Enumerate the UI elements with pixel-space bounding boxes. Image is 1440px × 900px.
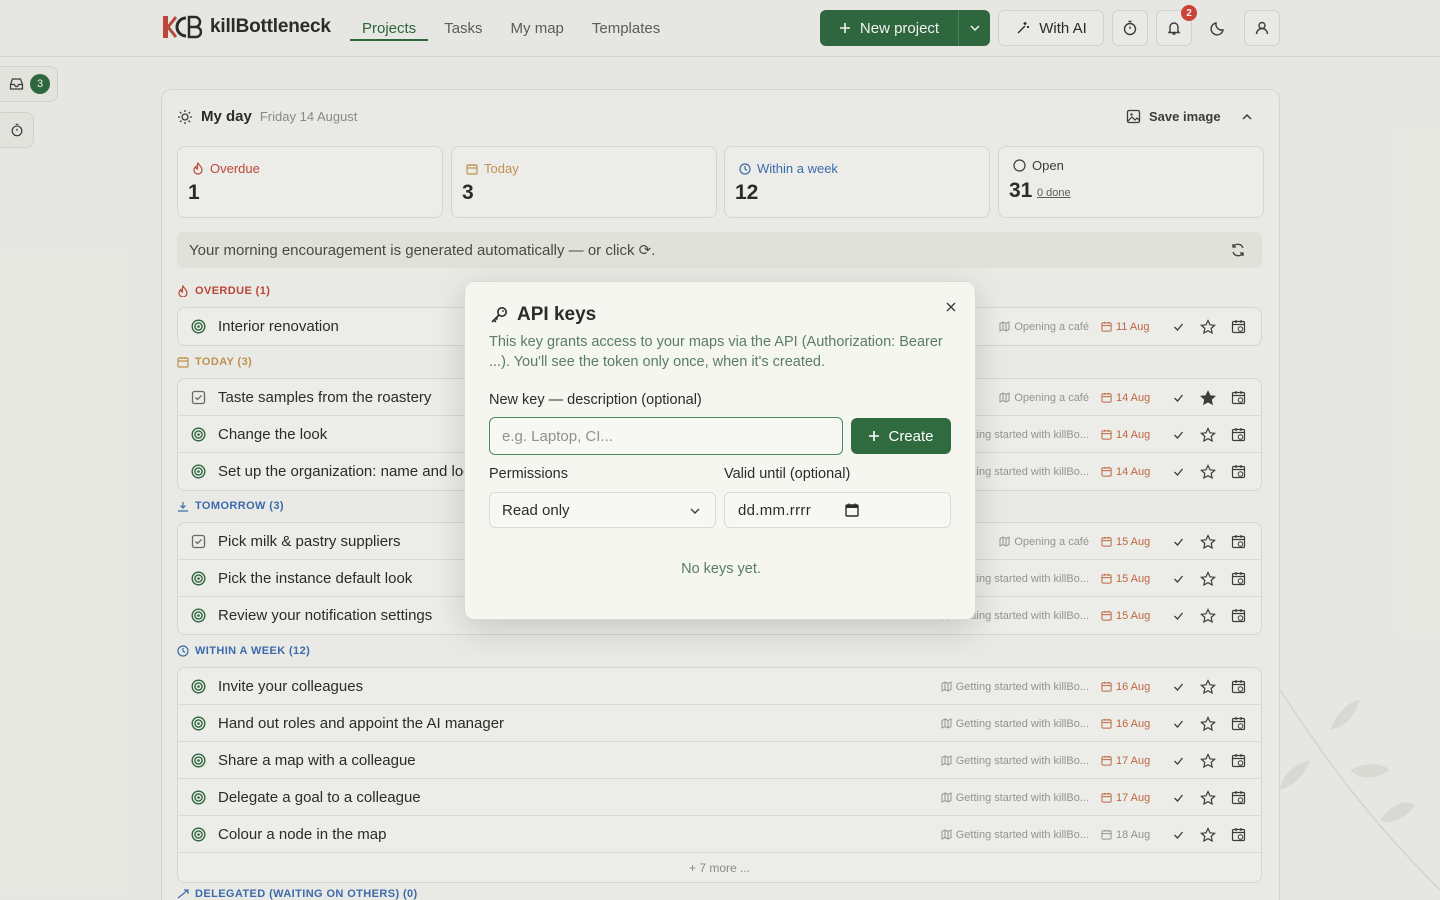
date-placeholder: dd.mm.rrrr (738, 501, 811, 519)
new-key-label: New key — description (optional) (489, 392, 702, 408)
key-description-input[interactable] (489, 417, 843, 455)
api-keys-modal: API keys This key grants access to your … (464, 281, 976, 620)
close-icon (946, 302, 956, 312)
calendar-icon[interactable] (845, 503, 859, 517)
valid-until-date-input[interactable]: dd.mm.rrrr (724, 492, 951, 528)
permissions-value: Read only (502, 501, 570, 519)
permissions-select[interactable]: Read only (489, 492, 716, 528)
modal-title: API keys (517, 304, 597, 325)
chevron-down-icon (690, 508, 700, 514)
permissions-label: Permissions (489, 466, 568, 482)
modal-description: This key grants access to your maps via … (489, 334, 943, 370)
empty-state: No keys yet. (681, 561, 761, 577)
plus-icon (869, 431, 880, 441)
create-label: Create (888, 427, 934, 445)
create-key-button[interactable]: Create (851, 418, 951, 454)
valid-until-label: Valid until (optional) (724, 466, 851, 482)
close-button[interactable] (941, 297, 961, 317)
modal-title-wrap: API keys (489, 304, 596, 326)
key-icon (491, 307, 507, 323)
